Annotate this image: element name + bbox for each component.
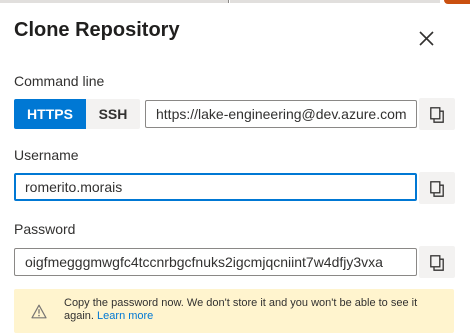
- clone-url-field[interactable]: https://lake-engineering@dev.azure.com: [145, 100, 417, 128]
- avatar-edge: [444, 0, 470, 4]
- copy-icon: [430, 255, 444, 271]
- password-label: Password: [14, 221, 76, 237]
- dialog-title: Clone Repository: [14, 19, 180, 41]
- tab-divider: [228, 0, 229, 3]
- password-field[interactable]: oigfmegggmwgfc4tccnrbgcfnuks2igcmjqcniin…: [14, 248, 417, 276]
- copy-password-button[interactable]: [419, 246, 455, 278]
- command-line-label: Command line: [14, 73, 105, 89]
- warning-message-bar: Copy the password now. We don't store it…: [14, 289, 454, 333]
- username-label: Username: [14, 147, 79, 163]
- protocol-toggle: HTTPS SSH: [14, 99, 140, 129]
- username-field[interactable]: romerito.morais: [14, 173, 417, 201]
- copy-icon: [430, 181, 444, 197]
- learn-more-link[interactable]: Learn more: [97, 310, 153, 322]
- warning-text: Copy the password now. We don't store it…: [64, 297, 436, 323]
- background-tab-strip: [0, 0, 470, 4]
- warning-icon: [31, 304, 47, 319]
- ssh-button[interactable]: SSH: [86, 99, 140, 129]
- https-button[interactable]: HTTPS: [14, 99, 86, 129]
- background-tab: [0, 0, 228, 3]
- close-button[interactable]: [414, 27, 438, 51]
- copy-icon: [430, 107, 444, 123]
- close-icon: [419, 31, 434, 46]
- background-tab: [230, 0, 440, 3]
- copy-url-button[interactable]: [419, 98, 455, 130]
- copy-username-button[interactable]: [419, 172, 455, 204]
